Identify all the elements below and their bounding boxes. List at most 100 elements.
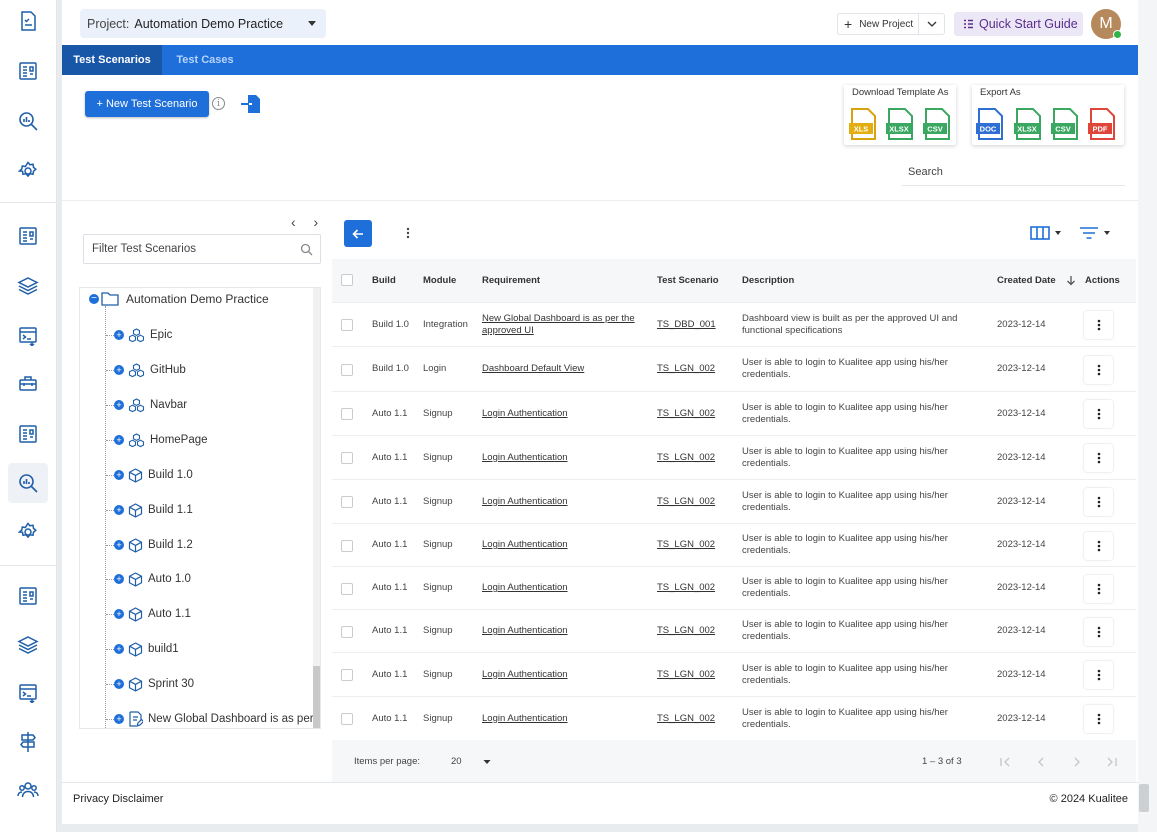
expand-icon[interactable]: +: [114, 679, 124, 689]
cell-requirement-link[interactable]: Login Authentication: [482, 524, 647, 566]
tree-node[interactable]: + New Global Dashboard is as per t: [80, 709, 320, 728]
cell-requirement-link[interactable]: Login Authentication: [482, 697, 647, 740]
expand-icon[interactable]: +: [114, 505, 124, 515]
page-scroll-thumb[interactable]: [1139, 784, 1149, 812]
cell-scenario-link[interactable]: TS_LGN_002: [657, 480, 737, 523]
columns-toggle-button[interactable]: [1030, 226, 1063, 240]
tree-node[interactable]: + Auto 1.0: [80, 569, 191, 589]
row-checkbox[interactable]: [341, 669, 353, 681]
expand-icon[interactable]: +: [114, 714, 124, 724]
new-project-button[interactable]: + New Project: [837, 13, 919, 35]
xlsx-file-icon[interactable]: XLSX: [886, 107, 916, 141]
terminal-window-icon[interactable]: [15, 680, 41, 706]
pdf-file-icon[interactable]: PDF: [1088, 107, 1118, 141]
import-icon[interactable]: [240, 93, 262, 115]
table-row[interactable]: Auto 1.1 Signup Login Authentication TS_LGN…: [332, 652, 1136, 696]
tree-node[interactable]: + build1: [80, 639, 179, 659]
col-header-requirement[interactable]: Requirement: [482, 259, 540, 302]
csv-file-icon[interactable]: CSV: [923, 107, 953, 141]
row-actions-button[interactable]: [1084, 618, 1113, 646]
test-checklist-icon[interactable]: [15, 8, 41, 34]
table-row[interactable]: Auto 1.1 Signup Login Authentication TS_LGN…: [332, 479, 1136, 523]
col-header-build[interactable]: Build: [372, 259, 396, 302]
col-header-module[interactable]: Module: [423, 259, 456, 302]
cell-scenario-link[interactable]: TS_LGN_002: [657, 697, 737, 740]
col-header-description[interactable]: Description: [742, 259, 794, 302]
expand-icon[interactable]: +: [114, 540, 124, 550]
cell-scenario-link[interactable]: TS_LGN_002: [657, 436, 737, 479]
row-actions-button[interactable]: [1084, 532, 1113, 560]
search-input[interactable]: Search: [902, 158, 1125, 186]
row-checkbox[interactable]: [341, 319, 353, 331]
analytics-search-icon[interactable]: [8, 463, 48, 503]
filter-button[interactable]: [1079, 226, 1112, 240]
page-scrollbar[interactable]: [1138, 0, 1157, 832]
tree-node[interactable]: + Navbar: [80, 395, 187, 415]
row-checkbox[interactable]: [341, 452, 353, 464]
tree-node[interactable]: + GitHub: [80, 360, 186, 380]
row-checkbox[interactable]: [341, 626, 353, 638]
items-per-page-select[interactable]: 20: [451, 756, 462, 767]
table-row[interactable]: Build 1.0 Login Dashboard Default View TS_L…: [332, 346, 1136, 391]
tab-test-scenarios[interactable]: Test Scenarios: [62, 45, 162, 75]
new-project-dropdown-button[interactable]: [918, 13, 945, 35]
xlsx-file-icon[interactable]: XLSX: [1014, 107, 1044, 141]
sort-down-icon[interactable]: [1066, 275, 1076, 286]
cell-requirement-link[interactable]: Login Authentication: [482, 436, 647, 479]
row-actions-button[interactable]: [1084, 400, 1113, 428]
cell-requirement-link[interactable]: New Global Dashboard is as per the appro…: [482, 303, 647, 346]
collapse-icon[interactable]: −: [89, 293, 99, 304]
table-row[interactable]: Auto 1.1 Signup Login Authentication TS_LGN…: [332, 523, 1136, 566]
cell-scenario-link[interactable]: TS_LGN_002: [657, 567, 737, 609]
csv-file-icon[interactable]: CSV: [1051, 107, 1081, 141]
cell-scenario-link[interactable]: TS_LGN_002: [657, 610, 737, 652]
expand-icon[interactable]: +: [114, 470, 124, 480]
tree-node[interactable]: + Auto 1.1: [80, 604, 191, 624]
signpost-icon[interactable]: [15, 729, 41, 755]
tree-scrollbar[interactable]: [313, 288, 320, 728]
doc-file-icon[interactable]: DOC: [976, 107, 1006, 141]
tree-scroll-thumb[interactable]: [313, 666, 320, 728]
settings-gear-icon[interactable]: [15, 519, 41, 545]
tree-node[interactable]: + HomePage: [80, 430, 208, 450]
privacy-disclaimer-link[interactable]: Privacy Disclaimer: [73, 793, 163, 805]
row-checkbox[interactable]: [341, 540, 353, 552]
analytics-search-icon[interactable]: [15, 108, 41, 134]
expand-icon[interactable]: +: [114, 644, 124, 654]
row-actions-button[interactable]: [1084, 705, 1113, 733]
table-row[interactable]: Auto 1.1 Signup Login Authentication TS_LGN…: [332, 435, 1136, 479]
terminal-window-icon[interactable]: [15, 323, 41, 349]
row-actions-button[interactable]: [1084, 356, 1113, 384]
table-row[interactable]: Auto 1.1 Signup Login Authentication TS_LGN…: [332, 696, 1136, 740]
first-page-icon[interactable]: [999, 757, 1011, 767]
expand-icon[interactable]: +: [114, 400, 124, 410]
row-checkbox[interactable]: [341, 408, 353, 420]
test-scenario-icon[interactable]: [15, 58, 41, 84]
tab-test-cases[interactable]: Test Cases: [162, 45, 248, 75]
new-test-scenario-button[interactable]: + New Test Scenario: [85, 91, 209, 117]
last-page-icon[interactable]: [1106, 757, 1118, 767]
cell-scenario-link[interactable]: TS_LGN_002: [657, 653, 737, 696]
row-actions-button[interactable]: [1084, 311, 1113, 339]
expand-icon[interactable]: +: [114, 574, 124, 584]
select-all-checkbox[interactable]: [341, 274, 353, 286]
tree-node[interactable]: + Sprint 30: [80, 674, 194, 694]
expand-icon[interactable]: +: [114, 330, 124, 340]
tree-node[interactable]: + Epic: [80, 325, 172, 345]
row-actions-button[interactable]: [1084, 575, 1113, 603]
layers-icon[interactable]: [15, 632, 41, 658]
row-checkbox[interactable]: [341, 364, 353, 376]
xls-file-icon[interactable]: XLS: [849, 107, 879, 141]
filter-scenarios-input[interactable]: Filter Test Scenarios: [83, 234, 321, 264]
table-row[interactable]: Auto 1.1 Signup Login Authentication TS_LGN…: [332, 391, 1136, 435]
cell-scenario-link[interactable]: TS_LGN_002: [657, 347, 737, 391]
quick-start-guide-button[interactable]: Quick Start Guide: [954, 12, 1083, 36]
tree-node[interactable]: + Build 1.0: [80, 465, 193, 485]
cell-requirement-link[interactable]: Login Authentication: [482, 653, 647, 696]
cell-requirement-link[interactable]: Login Authentication: [482, 480, 647, 523]
col-header-test-scenario[interactable]: Test Scenario: [657, 259, 719, 302]
users-icon[interactable]: [15, 777, 41, 803]
row-actions-button[interactable]: [1084, 488, 1113, 516]
layers-icon[interactable]: [15, 273, 41, 299]
table-row[interactable]: Auto 1.1 Signup Login Authentication TS_LGN…: [332, 609, 1136, 652]
